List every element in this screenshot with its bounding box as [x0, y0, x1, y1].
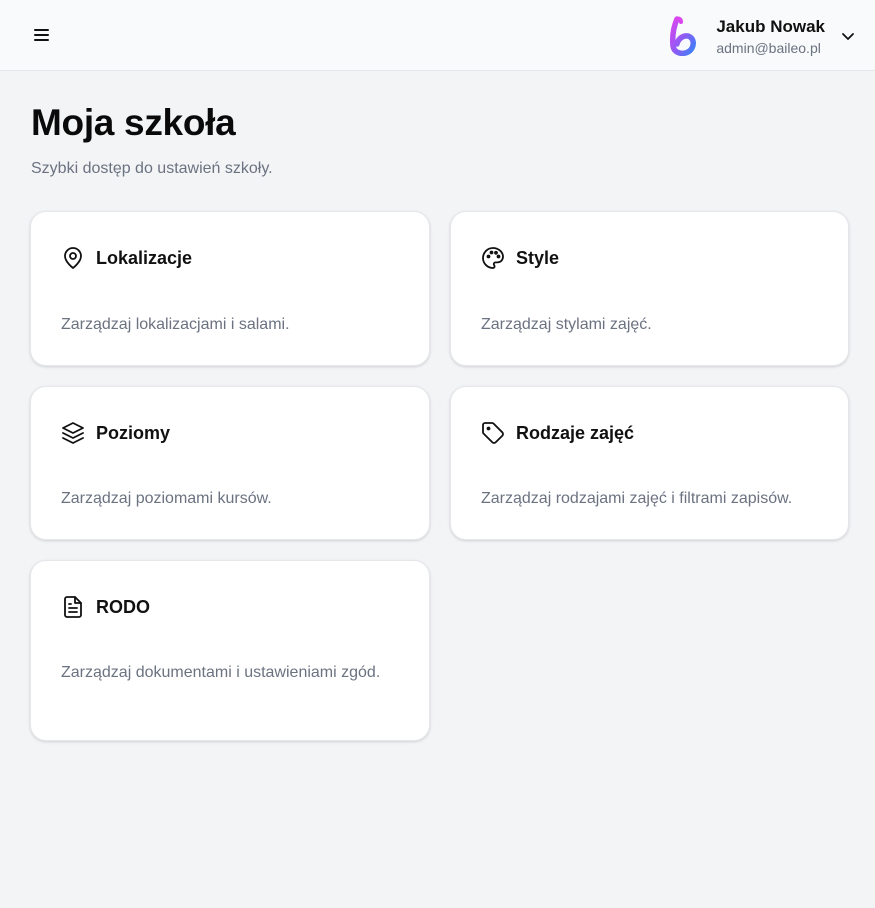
map-pin-icon [61, 246, 85, 270]
palette-icon [481, 246, 505, 270]
top-bar: Jakub Nowak admin@baileo.pl [0, 0, 875, 71]
card-description: Zarządzaj dokumentami i ustawieniami zgó… [61, 664, 381, 681]
card-title: Rodzaje zajęć [516, 422, 635, 443]
card-title: RODO [96, 596, 150, 617]
chevron-down-icon[interactable] [839, 27, 857, 45]
user-name: Jakub Nowak [716, 17, 825, 36]
card-description: Zarządzaj stylami zajęć. [481, 316, 652, 333]
card-description: Zarządzaj rodzajami zajęć i filtrami zap… [481, 490, 793, 507]
card-title: Lokalizacje [96, 247, 193, 268]
card-poziomy[interactable]: Poziomy Zarządzaj poziomami kursów. [30, 386, 430, 540]
card-lokalizacje[interactable]: Lokalizacje Zarządzaj lokalizacjami i sa… [30, 211, 430, 366]
hamburger-menu-icon[interactable] [30, 23, 54, 47]
card-rodo[interactable]: RODO Zarządzaj dokumentami i ustawieniam… [30, 560, 430, 741]
user-email: admin@baileo.pl [716, 40, 821, 56]
card-title: Poziomy [96, 422, 171, 443]
card-description: Zarządzaj lokalizacjami i salami. [61, 316, 290, 333]
document-icon [61, 595, 85, 619]
baileo-logo [668, 16, 698, 57]
card-description: Zarządzaj poziomami kursów. [61, 490, 272, 507]
card-rodzaje-zajec[interactable]: Rodzaje zajęć Zarządzaj rodzajami zajęć … [450, 386, 849, 540]
card-title: Style [516, 247, 560, 268]
card-style[interactable]: Style Zarządzaj stylami zajęć. [450, 211, 849, 366]
tag-icon [481, 421, 505, 445]
page-subtitle: Szybki dostęp do ustawień szkoły. [31, 160, 273, 177]
layers-icon [61, 421, 85, 445]
user-menu[interactable]: Jakub Nowak admin@baileo.pl [668, 14, 857, 58]
page-title: Moja szkoła [31, 102, 236, 143]
